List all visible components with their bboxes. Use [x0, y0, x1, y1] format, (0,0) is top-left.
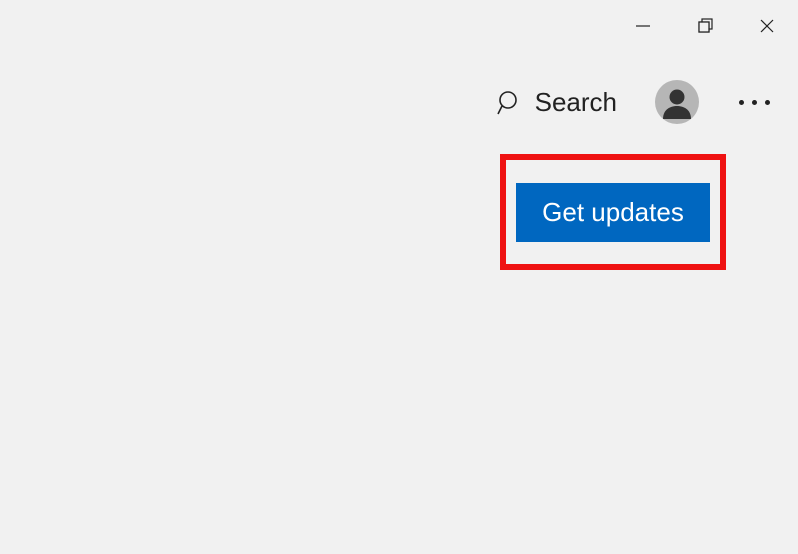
user-icon: [660, 85, 694, 119]
maximize-button[interactable]: [674, 0, 736, 52]
search-icon: [497, 89, 523, 115]
more-button[interactable]: [731, 92, 778, 113]
close-icon: [758, 17, 776, 35]
get-updates-button[interactable]: Get updates: [516, 183, 710, 242]
dot-icon: [739, 100, 744, 105]
search-button[interactable]: Search: [497, 87, 617, 118]
window-titlebar: [612, 0, 798, 52]
dot-icon: [752, 100, 757, 105]
minimize-icon: [634, 17, 652, 35]
account-button[interactable]: [655, 80, 699, 124]
toolbar: Search: [497, 80, 778, 124]
close-button[interactable]: [736, 0, 798, 52]
minimize-button[interactable]: [612, 0, 674, 52]
maximize-icon: [696, 17, 714, 35]
highlight-annotation: Get updates: [500, 154, 726, 270]
dot-icon: [765, 100, 770, 105]
search-label: Search: [535, 87, 617, 118]
